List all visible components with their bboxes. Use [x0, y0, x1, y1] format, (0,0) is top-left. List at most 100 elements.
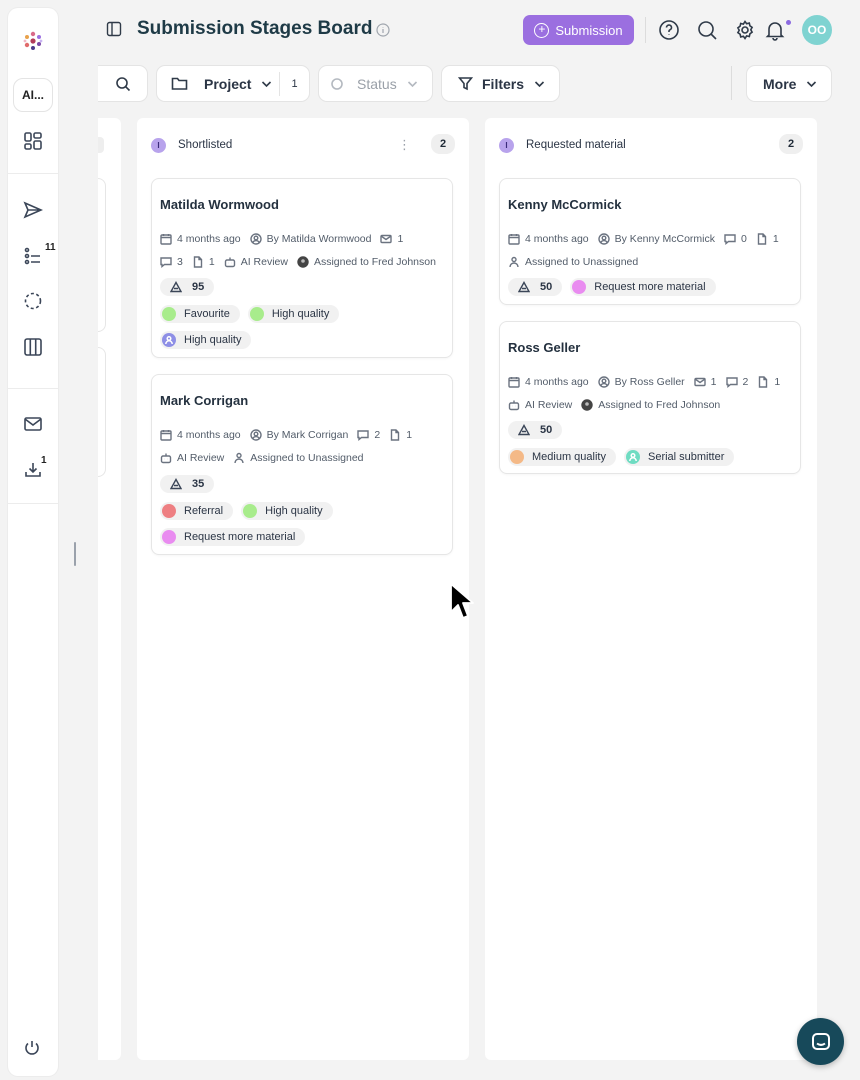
score-triangle-icon [170, 478, 182, 490]
new-submission-button[interactable]: + Submission [523, 15, 634, 45]
card-mail-count: 1 [710, 376, 717, 388]
card-meta-row: Assigned to Unassigned [508, 256, 647, 268]
submission-card[interactable]: Kenny McCormick 4 months ago By Kenny Mc… [499, 178, 801, 305]
chat-launcher-button[interactable] [797, 1018, 844, 1065]
card-tags: Referral High quality [160, 502, 333, 520]
tag[interactable]: Medium quality [508, 448, 616, 466]
tag[interactable]: High quality [241, 502, 333, 520]
chevron-down-icon [407, 80, 417, 87]
project-filter-label: Project [204, 75, 252, 92]
card-time: 4 months ago [177, 429, 241, 441]
column-menu-icon[interactable]: ⋮ [398, 136, 411, 154]
tag[interactable]: Request more material [570, 278, 716, 296]
tag-label: Request more material [184, 531, 296, 543]
sidebar-divider [8, 503, 58, 504]
score-pill: 95 [160, 278, 215, 296]
user-circle-icon [597, 376, 610, 388]
send-icon[interactable] [21, 198, 45, 222]
card-title: Mark Corrigan [160, 393, 249, 408]
file-icon [192, 256, 204, 268]
card-offscreen[interactable] [98, 178, 106, 332]
tag[interactable]: High quality [160, 331, 252, 349]
help-icon[interactable] [658, 19, 680, 41]
tag-label: High quality [184, 334, 242, 346]
submission-card[interactable]: Matilda Wormwood 4 months ago By Matilda… [151, 178, 453, 358]
sidebar-divider [8, 173, 58, 174]
score-pill: 50 [508, 421, 563, 439]
card-stage: AI Review [525, 399, 573, 411]
robot-icon [160, 452, 172, 464]
calendar-icon [160, 233, 172, 245]
status-filter-dropdown[interactable]: Status [318, 65, 433, 102]
file-icon [389, 429, 401, 441]
card-time: 4 months ago [525, 233, 589, 245]
board-column-shortlisted: I Shortlisted ⋮ 2 Matilda Wormwood 4 mon… [137, 118, 469, 1060]
card-offscreen[interactable] [98, 347, 106, 477]
submission-card[interactable]: Mark Corrigan 4 months ago By Mark Corri… [151, 374, 453, 555]
dashboard-icon[interactable] [21, 129, 45, 153]
plus-circle-icon: + [534, 22, 550, 38]
filters-dropdown[interactable]: Filters [441, 65, 560, 102]
card-tags: Favourite High quality [160, 305, 340, 323]
card-meta-row: AI Review Assigned to Unassigned [160, 452, 373, 464]
settings-gear-icon[interactable] [734, 19, 756, 41]
power-icon[interactable] [22, 1038, 42, 1058]
assignee-avatar-icon [581, 399, 593, 411]
tag-label: Referral [184, 505, 224, 517]
tag-label: Medium quality [532, 451, 606, 463]
tag-label: Request more material [594, 281, 706, 293]
app-logo-icon[interactable] [21, 30, 45, 54]
sidebar-toggle-icon[interactable] [106, 21, 122, 37]
card-comment-count: 2 [374, 429, 381, 441]
search-icon[interactable] [696, 19, 718, 41]
card-assignee: Assigned to Fred Johnson [598, 399, 721, 411]
notification-dot [786, 20, 791, 25]
card-meta-row: AI Review Assigned to Fred Johnson [508, 399, 729, 411]
card-stage: AI Review [177, 452, 225, 464]
submission-card[interactable]: Ross Geller 4 months ago By Ross Geller … [499, 321, 801, 474]
comment-icon [160, 256, 172, 268]
sidebar-resize-handle[interactable] [74, 542, 76, 566]
project-filter-dropdown[interactable]: Project 1 [156, 65, 310, 102]
tag[interactable]: Serial submitter [623, 448, 735, 466]
progress-circle-icon[interactable] [21, 289, 45, 313]
user-circle-icon [597, 233, 610, 245]
column-title: Shortlisted [178, 139, 233, 151]
card-comment-count: 3 [177, 256, 183, 268]
user-avatar[interactable]: OO [802, 15, 832, 45]
download-count-badge: 1 [41, 455, 47, 466]
score-triangle-icon [170, 281, 182, 293]
column-title: Requested material [526, 139, 626, 151]
task-count-badge: 11 [45, 242, 56, 253]
notifications-bell-icon[interactable] [764, 19, 786, 41]
mail-icon[interactable] [21, 412, 45, 436]
comment-icon [725, 376, 738, 388]
column-status-dot: I [151, 137, 166, 153]
column-header: I Requested material 2 [499, 134, 803, 154]
chevron-down-icon [534, 80, 545, 87]
tag[interactable]: Request more material [160, 528, 306, 546]
tag[interactable]: Favourite [160, 305, 240, 323]
chat-icon [811, 1032, 830, 1050]
ai-assistant-button[interactable]: AI... [13, 78, 53, 112]
tag[interactable]: Referral [160, 502, 234, 520]
task-list-icon[interactable] [21, 244, 45, 268]
column-status-dot: I [499, 137, 514, 153]
card-file-count: 1 [772, 233, 779, 245]
board-column-requested-material: I Requested material 2 Kenny McCormick 4… [485, 118, 817, 1060]
card-score: 35 [192, 478, 205, 490]
person-outline-icon [508, 256, 520, 268]
card-mail-count: 1 [397, 233, 404, 245]
board-search-button[interactable] [98, 65, 148, 102]
board-columns-icon[interactable] [21, 335, 45, 359]
header-divider [645, 17, 646, 43]
card-author: By Kenny McCormick [614, 233, 715, 245]
sidebar-divider [8, 388, 58, 389]
column-count-badge: 2 [431, 134, 455, 154]
info-icon[interactable] [376, 23, 390, 37]
folder-icon [171, 77, 188, 90]
more-dropdown[interactable]: More [746, 65, 832, 102]
robot-icon [508, 399, 520, 411]
tag[interactable]: High quality [247, 305, 340, 323]
filters-label: Filters [482, 75, 525, 92]
